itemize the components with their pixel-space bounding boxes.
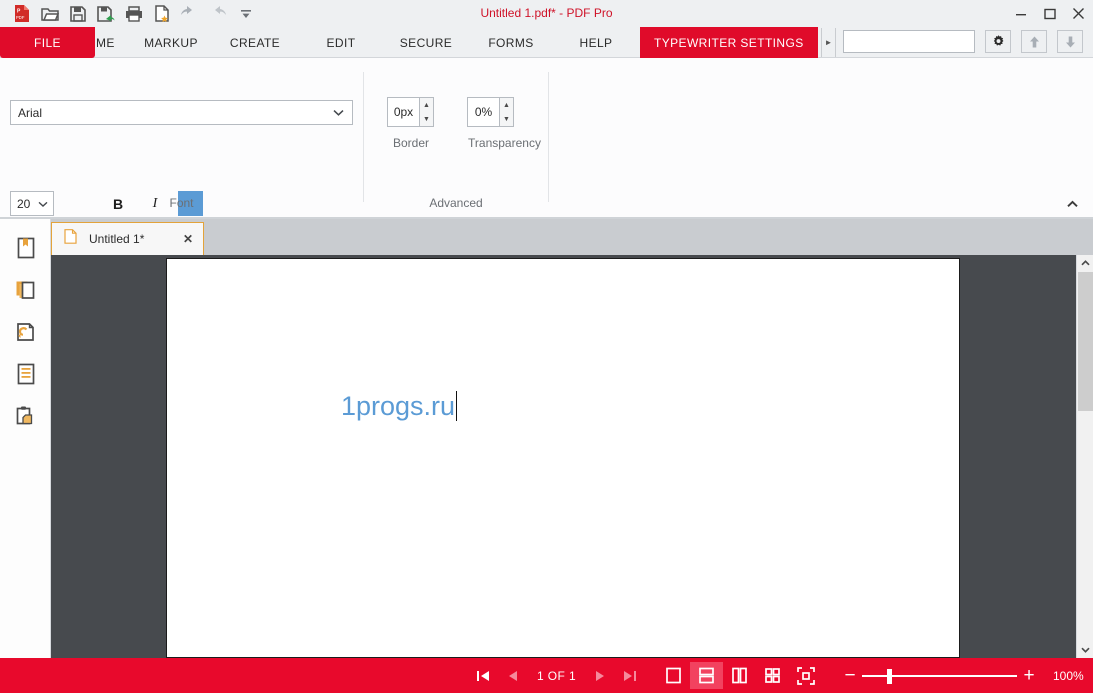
typewriter-text-value: 1progs.ru (341, 391, 456, 421)
search-box[interactable] (843, 30, 1007, 53)
view-mode-grid[interactable] (756, 662, 789, 689)
left-sidebar (0, 219, 51, 658)
close-button[interactable] (1064, 0, 1093, 27)
transparency-label: Transparency (468, 136, 541, 150)
document-tab[interactable]: Untitled 1* ✕ (51, 222, 204, 255)
view-mode-two-page[interactable] (723, 662, 756, 689)
scroll-down-button[interactable] (1057, 30, 1083, 53)
ribbon-group-label-advanced: Advanced (429, 196, 483, 210)
sidebar-item-content[interactable] (8, 359, 43, 389)
ribbon-panel: Arial 20 B I Font 0px ▲ ▼ Border 0% ▲ ▼ … (0, 58, 1093, 218)
page-navigation: 1 OF 1 (468, 662, 822, 689)
tab-forms[interactable]: FORMS (474, 27, 548, 58)
save-as-icon[interactable] (92, 2, 119, 26)
redo-icon[interactable] (204, 2, 231, 26)
open-icon[interactable] (36, 2, 63, 26)
zoom-out-button[interactable]: − (838, 662, 862, 689)
pdf-page[interactable]: 1progs.ru (166, 258, 960, 658)
save-icon[interactable] (64, 2, 91, 26)
document-tab-bar: Untitled 1* ✕ (51, 219, 1093, 255)
tab-create[interactable]: CREATE (216, 27, 294, 58)
font-family-value: Arial (18, 105, 43, 120)
transparency-stepper[interactable]: 0% ▲ ▼ (467, 97, 514, 127)
view-mode-continuous[interactable] (690, 662, 724, 689)
group-divider (548, 72, 549, 202)
minimize-button[interactable] (1006, 0, 1035, 27)
border-decrease-button[interactable]: ▼ (420, 112, 433, 126)
last-page-button[interactable] (615, 662, 645, 689)
ribbon-collapse-button[interactable] (1066, 199, 1079, 211)
zoom-slider-handle[interactable] (887, 669, 892, 684)
tab-secure[interactable]: SECURE (388, 27, 464, 58)
file-icon (64, 229, 77, 249)
document-tab-label: Untitled 1* (89, 232, 145, 246)
zoom-level-label: 100% (1053, 668, 1084, 683)
tab-scroll-right-button[interactable]: ► (821, 28, 835, 57)
sidebar-item-clipboard[interactable] (8, 401, 43, 431)
page-indicator[interactable]: 1 OF 1 (528, 669, 585, 683)
first-page-button[interactable] (468, 662, 498, 689)
tab-help[interactable]: HELP (562, 27, 630, 58)
new-document-icon[interactable] (148, 2, 175, 26)
settings-button[interactable] (985, 30, 1011, 53)
print-icon[interactable] (120, 2, 147, 26)
tab-markup[interactable]: MARKUP (132, 27, 210, 58)
transparency-increase-button[interactable]: ▲ (500, 98, 513, 112)
typewriter-text[interactable]: 1progs.ru (341, 391, 458, 422)
view-mode-fit[interactable] (789, 662, 822, 689)
undo-icon[interactable] (176, 2, 203, 26)
ribbon-group-label-font: Font (169, 196, 194, 210)
next-page-button[interactable] (585, 662, 615, 689)
chevron-down-icon (333, 106, 344, 120)
customize-icon[interactable] (232, 2, 259, 26)
view-mode-single-page[interactable] (657, 662, 690, 689)
previous-page-button[interactable] (498, 662, 528, 689)
maximize-button[interactable] (1035, 0, 1064, 27)
border-stepper[interactable]: 0px ▲ ▼ (387, 97, 434, 127)
title-bar: P PDF Untitled 1.pdf* - PDF Pro (0, 0, 1093, 27)
zoom-controls: − + 100% (838, 662, 1084, 689)
ribbon-group-font: Arial 20 B I Font (0, 58, 363, 218)
tab-typewriter-settings[interactable]: TYPEWRITER SETTINGS (640, 27, 818, 58)
scroll-up-arrow-icon[interactable] (1077, 255, 1093, 271)
document-canvas[interactable]: 1progs.ru (51, 255, 1076, 658)
border-increase-button[interactable]: ▲ (420, 98, 433, 112)
scrollbar-thumb[interactable] (1078, 272, 1093, 411)
window-controls (1006, 0, 1093, 27)
pdf-pro-window: P PDF Untitled 1.pdf* - PDF Pro HOME MAR… (0, 0, 1093, 693)
transparency-decrease-button[interactable]: ▼ (500, 112, 513, 126)
status-bar: 1 OF 1 − + 100% (0, 658, 1093, 693)
zoom-in-button[interactable]: + (1017, 662, 1041, 689)
transparency-value: 0% (467, 97, 499, 127)
tab-edit[interactable]: EDIT (305, 27, 377, 58)
zoom-slider[interactable] (862, 662, 1017, 689)
border-value: 0px (387, 97, 419, 127)
svg-text:PDF: PDF (16, 15, 25, 20)
scroll-up-button[interactable] (1021, 30, 1047, 53)
sidebar-item-pages[interactable] (8, 275, 43, 305)
pdf-logo-icon[interactable]: P PDF (8, 2, 35, 26)
scroll-down-arrow-icon[interactable] (1077, 642, 1093, 658)
font-family-select[interactable]: Arial (10, 100, 353, 125)
quick-access-toolbar: P PDF (0, 0, 259, 27)
sidebar-item-attachments[interactable] (8, 317, 43, 347)
vertical-scrollbar[interactable] (1076, 255, 1093, 658)
search-input[interactable] (844, 35, 994, 48)
border-stepper-arrows: ▲ ▼ (419, 97, 434, 127)
document-tab-close-icon[interactable]: ✕ (183, 232, 193, 246)
transparency-stepper-arrows: ▲ ▼ (499, 97, 514, 127)
text-caret (456, 391, 458, 421)
sidebar-item-bookmarks[interactable] (8, 233, 43, 263)
tab-file[interactable]: FILE (0, 27, 95, 58)
ribbon-group-advanced: 0px ▲ ▼ Border 0% ▲ ▼ Transparency Advan… (364, 58, 548, 218)
